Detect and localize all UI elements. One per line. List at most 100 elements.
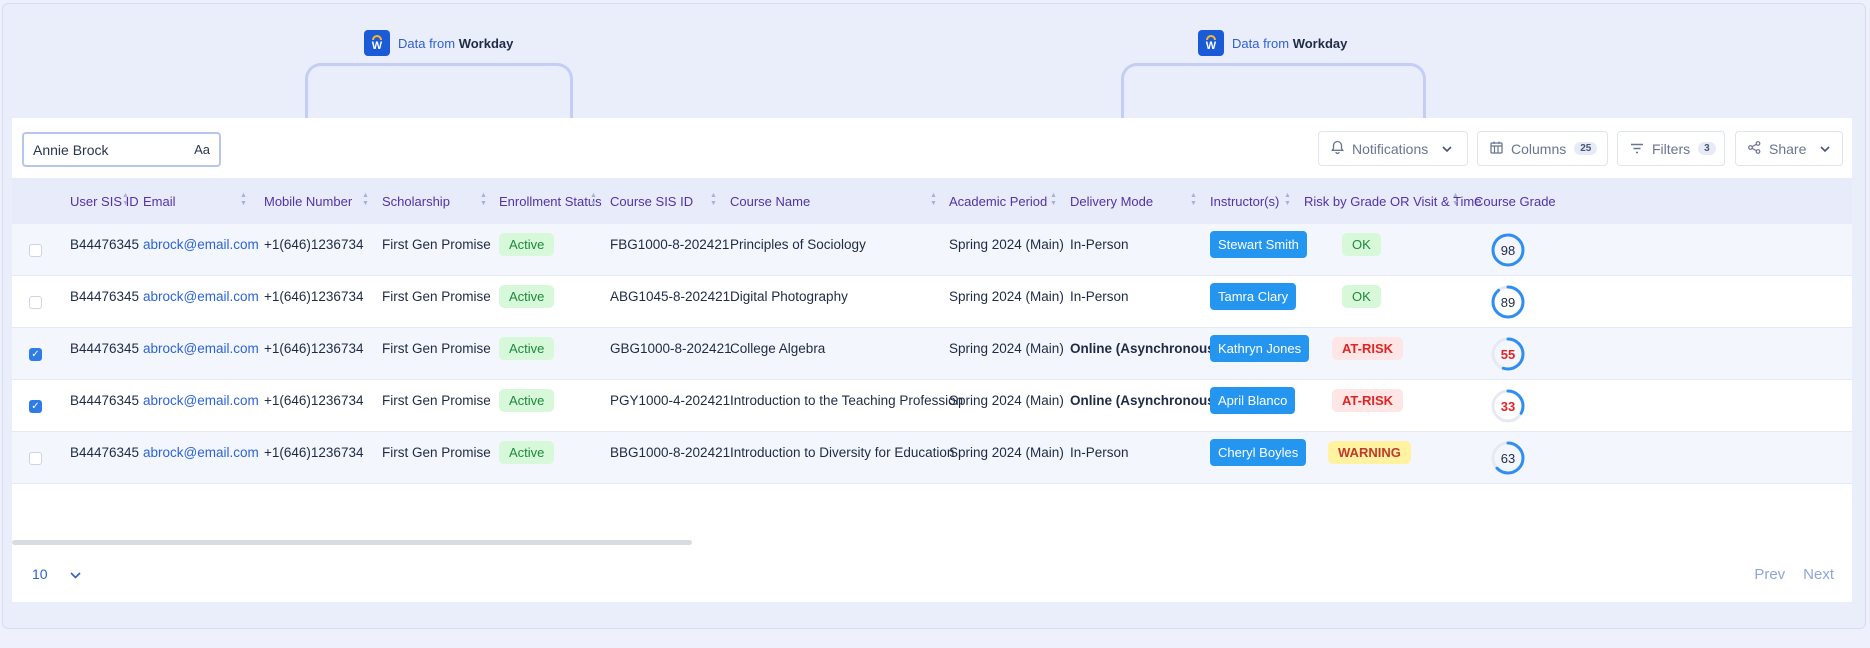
sort-icon[interactable]: ▲ ▼ xyxy=(1452,192,1459,208)
instructor-chip[interactable]: Cheryl Boyles xyxy=(1210,438,1307,466)
filters-button[interactable]: Filters 3 xyxy=(1617,131,1725,166)
chevron-down-icon xyxy=(1442,142,1452,156)
row-checkbox[interactable]: ✓ xyxy=(29,348,42,361)
sort-icon[interactable]: ▲ ▼ xyxy=(710,192,717,208)
callout-prefix: Data from xyxy=(398,35,456,51)
row-checkbox[interactable] xyxy=(29,452,42,465)
sort-icon[interactable]: ▲ ▼ xyxy=(590,192,597,208)
columns-button[interactable]: Columns 25 xyxy=(1477,131,1608,166)
filters-label: Filters xyxy=(1652,140,1691,157)
column-header-mobile-number[interactable]: Mobile Number xyxy=(264,178,352,224)
row-checkbox[interactable]: ✓ xyxy=(29,400,42,413)
columns-label: Columns xyxy=(1511,140,1567,157)
risk-cell: AT-RISK xyxy=(1332,328,1404,368)
column-header-academic-period[interactable]: Academic Period xyxy=(949,178,1047,224)
email-link[interactable]: abrock@email.com xyxy=(143,224,259,264)
delivery-mode-cell: Online (Asynchronous) xyxy=(1070,340,1220,356)
filter-icon xyxy=(1630,141,1644,157)
next-button[interactable]: Next xyxy=(1803,566,1834,583)
instructor-chip[interactable]: Kathryn Jones xyxy=(1210,334,1310,362)
column-header-course-sis-id[interactable]: Course SIS ID xyxy=(610,178,693,224)
scholarship-cell: First Gen Promise xyxy=(382,444,491,460)
mobile-number-cell: +1(646)1236734 xyxy=(264,444,364,460)
horizontal-scrollbar[interactable] xyxy=(12,540,692,545)
delivery-mode-cell: In-Person xyxy=(1070,236,1129,252)
user-sis-id-cell: B44476345 xyxy=(70,392,140,408)
instructor-cell: Tamra Clary xyxy=(1210,276,1297,316)
sort-icon[interactable]: ▲ ▼ xyxy=(240,192,247,208)
data-table-panel: Annie Brock Aa Notifications Columns 25 … xyxy=(12,118,1852,602)
grade-value: 63 xyxy=(1500,450,1516,466)
sort-icon[interactable]: ▲ ▼ xyxy=(362,192,369,208)
page-size-select[interactable]: 10 xyxy=(32,566,81,582)
prev-button[interactable]: Prev xyxy=(1754,566,1785,583)
status-badge: Active xyxy=(499,388,555,412)
grade-ring: 33 xyxy=(1490,388,1526,424)
grade-value: 55 xyxy=(1500,346,1516,362)
mobile-number-cell: +1(646)1236734 xyxy=(264,392,364,408)
user-sis-id-cell: B44476345 xyxy=(70,288,140,304)
instructor-chip[interactable]: April Blanco xyxy=(1210,386,1296,414)
email-link[interactable]: abrock@email.com xyxy=(143,276,259,316)
risk-badge: OK xyxy=(1342,284,1381,308)
academic-period-cell: Spring 2024 (Main) xyxy=(949,340,1064,356)
user-sis-id-cell: B44476345 xyxy=(70,444,140,460)
column-header-instructor-s[interactable]: Instructor(s) xyxy=(1210,178,1279,224)
callout-brand: Workday xyxy=(458,35,514,51)
filters-count-badge: 3 xyxy=(1698,142,1716,155)
column-header-course-name[interactable]: Course Name xyxy=(730,178,810,224)
table-row[interactable]: B44476345 abrock@email.com +1(646)1236734 F… xyxy=(12,224,1852,276)
column-header-course-grade[interactable]: Course Grade xyxy=(1474,178,1556,224)
instructor-chip[interactable]: Tamra Clary xyxy=(1210,282,1297,310)
mobile-number-cell: +1(646)1236734 xyxy=(264,340,364,356)
email-link[interactable]: abrock@email.com xyxy=(143,380,259,420)
column-header-delivery-mode[interactable]: Delivery Mode xyxy=(1070,178,1153,224)
email-link[interactable]: abrock@email.com xyxy=(143,328,259,368)
share-button[interactable]: Share xyxy=(1735,131,1843,166)
grade-value: 98 xyxy=(1500,242,1516,258)
enrollment-status-cell: Active xyxy=(499,224,555,264)
sort-icon[interactable]: ▲ ▼ xyxy=(1284,192,1291,208)
column-header-scholarship[interactable]: Scholarship xyxy=(382,178,450,224)
workday-icon: W xyxy=(364,30,390,56)
risk-cell: AT-RISK xyxy=(1332,380,1404,420)
share-icon xyxy=(1748,140,1761,157)
delivery-mode-cell: In-Person xyxy=(1070,444,1129,460)
table-toolbar: Annie Brock Aa Notifications Columns 25 … xyxy=(12,118,1852,178)
sort-icon[interactable]: ▲ ▼ xyxy=(1190,192,1197,208)
sort-icon[interactable]: ▲ ▼ xyxy=(930,192,937,208)
match-case-toggle[interactable]: Aa xyxy=(194,142,210,157)
table-row[interactable]: B44476345 abrock@email.com +1(646)1236734 F… xyxy=(12,276,1852,328)
instructor-chip[interactable]: Stewart Smith xyxy=(1210,230,1307,258)
risk-badge: OK xyxy=(1342,232,1381,256)
sort-icon[interactable]: ▲ ▼ xyxy=(122,192,129,208)
column-header-email[interactable]: Email xyxy=(143,178,176,224)
risk-badge: WARNING xyxy=(1328,440,1411,464)
table-row[interactable]: ✓ B44476345 abrock@email.com +1(646)1236734… xyxy=(12,328,1852,380)
sort-icon[interactable]: ▲ ▼ xyxy=(1050,192,1057,208)
search-input[interactable]: Annie Brock Aa xyxy=(22,132,221,167)
notifications-button[interactable]: Notifications xyxy=(1318,131,1468,166)
callout-bracket-2 xyxy=(1121,63,1426,119)
bell-icon xyxy=(1331,140,1344,157)
chevron-down-icon xyxy=(1820,142,1830,156)
course-name-cell: College Algebra xyxy=(730,340,826,356)
share-label: Share xyxy=(1769,140,1807,157)
status-badge: Active xyxy=(499,336,555,360)
email-link[interactable]: abrock@email.com xyxy=(143,432,259,472)
row-checkbox[interactable] xyxy=(29,296,42,309)
column-header-enrollment-status[interactable]: Enrollment Status xyxy=(499,178,602,224)
table-row[interactable]: B44476345 abrock@email.com +1(646)1236734 F… xyxy=(12,432,1852,484)
table-row[interactable]: ✓ B44476345 abrock@email.com +1(646)1236734… xyxy=(12,380,1852,432)
enrollment-status-cell: Active xyxy=(499,276,555,316)
risk-cell: WARNING xyxy=(1328,432,1411,472)
instructor-cell: April Blanco xyxy=(1210,380,1296,420)
row-checkbox[interactable] xyxy=(29,244,42,257)
instructor-cell: Kathryn Jones xyxy=(1210,328,1310,368)
course-grade-cell: 98 xyxy=(1490,224,1526,276)
pagination-nav: Prev Next xyxy=(1754,566,1834,583)
academic-period-cell: Spring 2024 (Main) xyxy=(949,392,1064,408)
page-size-value: 10 xyxy=(32,566,48,582)
mobile-number-cell: +1(646)1236734 xyxy=(264,288,364,304)
sort-icon[interactable]: ▲ ▼ xyxy=(480,192,487,208)
